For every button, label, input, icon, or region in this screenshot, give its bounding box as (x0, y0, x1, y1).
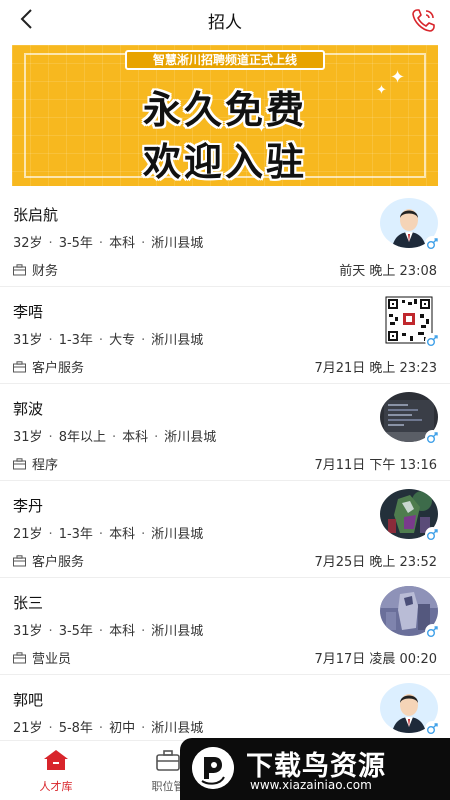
briefcase-icon (13, 360, 26, 372)
candidate-age: 32岁 (13, 236, 43, 251)
male-gender-icon (425, 236, 440, 251)
candidate-location: 淅川县城 (164, 430, 217, 445)
male-gender-icon (425, 527, 440, 542)
update-time: 7月11日 下午 13:16 (314, 458, 437, 473)
watermark-url: www.xiazainiao.com (250, 778, 372, 792)
candidate-experience: 3-5年 (58, 624, 93, 639)
update-time: 7月21日 晚上 23:23 (314, 361, 437, 376)
top-bar: 招人 (0, 0, 450, 40)
candidate-experience: 3-5年 (58, 236, 93, 251)
banner-headline-1: 永久免费 (142, 88, 307, 132)
candidate-row[interactable]: 张三 31岁 · 3-5年 · 本科 · 淅川县城 营业员 7月17日 凌晨 00:20 (0, 578, 450, 675)
candidate-category: 客户服务 (13, 551, 84, 570)
male-gender-icon (425, 333, 440, 348)
candidate-row[interactable]: 郭波 31岁 · 8年以上 · 本科 · 淅川县城 程序 7月11日 下午 13:16 (0, 384, 450, 481)
candidate-name: 张启航 (13, 206, 59, 224)
candidate-location: 淅川县城 (151, 333, 204, 348)
male-gender-icon (425, 430, 440, 445)
candidate-location: 淅川县城 (151, 236, 204, 251)
candidate-experience: 8年以上 (58, 430, 106, 445)
candidate-name: 张三 (13, 594, 44, 612)
candidate-location: 淅川县城 (151, 721, 204, 736)
candidate-list: 张启航 32岁 · 3-5年 · 本科 · 淅川县城 财务 前天 晚上 23:08 李唔 3… (0, 190, 450, 772)
banner-tag: 智慧淅川招聘频道正式上线 (125, 50, 325, 70)
candidate-location: 淅川县城 (151, 624, 204, 639)
candidate-row[interactable]: 李唔 31岁 · 1-3年 · 大专 · 淅川县城 客户服务 7月21日 晚上 23:23 (0, 287, 450, 384)
candidate-location: 淅川县城 (151, 527, 204, 542)
candidate-category: 程序 (13, 454, 58, 473)
candidate-meta: 31岁 · 3-5年 · 本科 · 淅川县城 (13, 624, 204, 639)
candidate-meta: 21岁 · 1-3年 · 本科 · 淅川县城 (13, 527, 204, 542)
site-watermark: 下载鸟资源 www.xiazainiao.com (180, 738, 450, 800)
promo-banner[interactable]: 智慧淅川招聘频道正式上线 永久免费 欢迎入驻 ✦ ✦ ✦ (12, 45, 438, 186)
male-gender-icon (425, 624, 440, 639)
briefcase-icon (13, 263, 26, 275)
page-title: 招人 (208, 13, 242, 33)
briefcase-icon (156, 750, 180, 771)
update-time: 前天 晚上 23:08 (339, 264, 437, 279)
candidate-education: 本科 (122, 430, 149, 445)
category-label: 程序 (32, 458, 59, 473)
candidate-category: 客户服务 (13, 357, 84, 376)
update-time: 7月25日 晚上 23:52 (314, 555, 437, 570)
candidate-education: 本科 (109, 236, 136, 251)
candidate-experience: 1-3年 (58, 527, 93, 542)
candidate-age: 31岁 (13, 430, 43, 445)
candidate-education: 本科 (109, 527, 136, 542)
candidate-row[interactable]: 张启航 32岁 · 3-5年 · 本科 · 淅川县城 财务 前天 晚上 23:08 (0, 190, 450, 287)
candidate-meta: 21岁 · 5-8年 · 初中 · 淅川县城 (13, 721, 204, 736)
candidate-age: 31岁 (13, 333, 43, 348)
sparkle-icon: ✦ (256, 121, 267, 136)
candidate-name: 郭波 (13, 400, 44, 418)
candidate-name: 李丹 (13, 497, 44, 515)
category-label: 客户服务 (32, 361, 85, 376)
candidate-education: 本科 (109, 624, 136, 639)
category-label: 营业员 (32, 652, 72, 667)
candidate-name: 郭吧 (13, 691, 44, 709)
candidate-age: 21岁 (13, 527, 43, 542)
banner-headline-2: 欢迎入驻 (142, 140, 307, 184)
candidate-name: 李唔 (13, 303, 44, 321)
candidate-meta: 31岁 · 1-3年 · 大专 · 淅川县城 (13, 333, 204, 348)
briefcase-icon (13, 457, 26, 469)
tab-talent-pool[interactable]: 人才库 (16, 749, 96, 794)
candidate-meta: 31岁 · 8年以上 · 本科 · 淅川县城 (13, 430, 217, 445)
candidate-age: 21岁 (13, 721, 43, 736)
candidate-experience: 5-8年 (58, 721, 93, 736)
category-label: 客户服务 (32, 555, 85, 570)
briefcase-icon (13, 554, 26, 566)
candidate-education: 大专 (109, 333, 136, 348)
candidate-age: 31岁 (13, 624, 43, 639)
briefcase-icon (13, 651, 26, 663)
candidate-row[interactable]: 李丹 21岁 · 1-3年 · 本科 · 淅川县城 客户服务 7月25日 晚上 23:52 (0, 481, 450, 578)
update-time: 7月17日 凌晨 00:20 (314, 652, 437, 667)
candidate-meta: 32岁 · 3-5年 · 本科 · 淅川县城 (13, 236, 204, 251)
sparkle-icon: ✦ (376, 83, 387, 98)
candidate-category: 营业员 (13, 648, 71, 667)
category-label: 财务 (32, 264, 59, 279)
home-icon (44, 750, 68, 770)
phone-call-icon[interactable] (410, 6, 438, 34)
tab-label: 人才库 (39, 780, 73, 793)
candidate-education: 初中 (109, 721, 136, 736)
bird-logo-icon (192, 747, 234, 789)
sparkle-icon: ✦ (390, 67, 406, 88)
male-gender-icon (425, 721, 440, 736)
candidate-category: 财务 (13, 260, 58, 279)
candidate-experience: 1-3年 (58, 333, 93, 348)
